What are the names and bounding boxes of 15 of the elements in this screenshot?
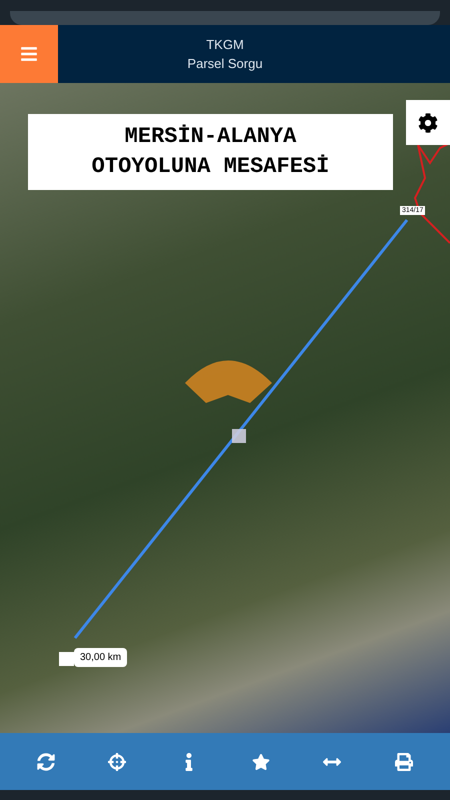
app-subtitle: Parsel Sorgu: [187, 56, 263, 71]
start-marker[interactable]: [59, 652, 74, 666]
star-icon: [252, 752, 270, 770]
settings-icon: [418, 112, 438, 132]
map-title-line: MERSİN-ALANYA: [124, 123, 296, 151]
distance-label: 30,00 km: [74, 648, 128, 667]
menu-icon: [20, 45, 38, 63]
settings-button[interactable]: [406, 100, 450, 145]
refresh-icon: [36, 752, 55, 770]
midpoint-handle[interactable]: [232, 429, 246, 443]
app-title: TKGM: [206, 37, 244, 52]
map-title-line: OTOYOLUNA MESAFESİ: [92, 153, 330, 181]
printer-icon: [395, 752, 414, 770]
menu-button[interactable]: [0, 25, 58, 83]
crosshair-icon: [108, 752, 126, 770]
